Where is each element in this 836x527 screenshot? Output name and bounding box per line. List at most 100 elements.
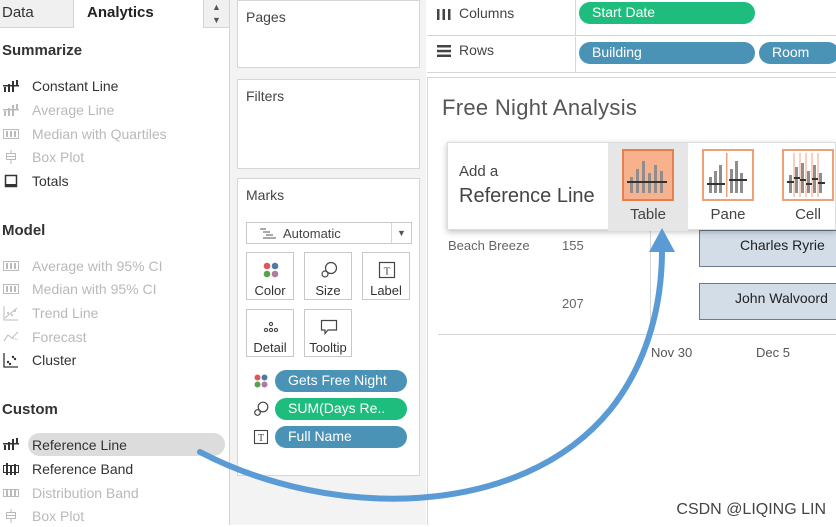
shelf-divider [575, 0, 576, 36]
axis-tick-label: Nov 30 [651, 345, 693, 360]
average-ci-icon [3, 261, 19, 271]
analytics-item-label: Cluster [32, 352, 77, 368]
average-line-icon [3, 104, 19, 116]
analytics-item-label: Totals [32, 173, 69, 189]
marks-pill-size[interactable]: SUM(Days Re.. [275, 398, 407, 420]
axis-line [438, 334, 836, 335]
columns-shelf-label: Columns [459, 5, 515, 21]
section-summarize-title: Summarize [2, 42, 83, 59]
tab-scroll-arrows[interactable]: ▲ ▼ [203, 0, 229, 28]
size-icon [321, 261, 338, 278]
median-quartiles-icon [3, 129, 19, 139]
scope-option-pane[interactable]: Pane [688, 143, 768, 231]
analytics-item-label: Median with Quartiles [32, 126, 167, 142]
analytics-item-reference-band[interactable]: Reference Band [0, 458, 228, 480]
add-reference-line-popup: Add a Reference Line Table Pane Cell [447, 142, 836, 231]
analytics-item-reference-line[interactable]: Reference Line [0, 433, 228, 456]
rows-pill-building[interactable]: Building [579, 42, 755, 64]
row-header-room: 207 [562, 296, 584, 311]
scope-option-cell[interactable]: Cell [768, 143, 836, 231]
automatic-mark-icon [260, 228, 276, 239]
reference-line-icon [3, 438, 19, 450]
analytics-item-label: Median with 95% CI [32, 281, 157, 297]
marks-label-label: Label [370, 283, 402, 298]
columns-shelf[interactable]: Columns Start Date [427, 0, 836, 36]
scope-option-label: Table [630, 206, 666, 223]
analytics-pane: Data Analytics ▲ ▼ Summarize Constant Lin… [0, 0, 230, 525]
analytics-item-label: Box Plot [32, 508, 85, 524]
marks-label-button[interactable]: T Label [362, 252, 410, 300]
box-plot-icon [6, 150, 16, 164]
scope-option-label: Pane [710, 206, 746, 223]
analytics-item-label: Average Line [32, 102, 115, 118]
gantt-bar[interactable]: John Walvoord [699, 283, 836, 320]
analytics-item-label: Forecast [32, 329, 87, 345]
marks-tooltip-label: Tooltip [309, 340, 347, 355]
analytics-item-box-plot[interactable]: Box Plot [0, 146, 228, 168]
columns-icon [437, 9, 451, 20]
tab-data[interactable]: Data [0, 0, 74, 28]
marks-detail-label: Detail [253, 340, 287, 355]
row-header-building: Beach Breeze [448, 238, 530, 253]
box-plot-icon [6, 509, 16, 523]
scope-option-table[interactable]: Table [608, 143, 688, 231]
pages-card-title: Pages [246, 9, 286, 25]
analytics-item-median-quartiles[interactable]: Median with Quartiles [0, 123, 228, 145]
color-palette-icon [263, 262, 279, 278]
rows-shelf-label: Rows [459, 42, 495, 58]
detail-dots-icon [263, 321, 279, 333]
rows-pill-room[interactable]: Room [759, 42, 836, 64]
mark-type-dropdown[interactable]: Automatic ▼ [246, 222, 412, 244]
marks-size-label: Size [315, 283, 341, 298]
analytics-item-distribution-band[interactable]: Distribution Band [0, 482, 228, 504]
section-model-title: Model [2, 222, 46, 239]
analytics-item-label: Distribution Band [32, 485, 139, 501]
distribution-band-icon [3, 489, 19, 497]
analytics-item-trend-line[interactable]: Trend Line [0, 302, 228, 324]
marks-pill-color[interactable]: Gets Free Night [275, 370, 407, 392]
analytics-item-totals[interactable]: Totals [0, 170, 228, 192]
tab-analytics[interactable]: Analytics [74, 0, 203, 28]
marks-size-button[interactable]: Size [304, 252, 352, 300]
cluster-icon [3, 353, 18, 368]
gantt-bar[interactable]: Charles Ryrie [699, 230, 836, 267]
analytics-item-constant-line[interactable]: Constant Line [0, 75, 228, 97]
marks-detail-button[interactable]: Detail [246, 309, 294, 357]
analytics-item-median-ci[interactable]: Median with 95% CI [0, 278, 228, 300]
rows-icon [437, 45, 451, 57]
rows-shelf[interactable]: Rows Building Room [427, 37, 836, 73]
color-palette-icon [254, 374, 268, 388]
viz-title: Free Night Analysis [442, 95, 638, 120]
shelf-area: Columns Start Date Rows Building Room [427, 0, 836, 76]
row-header-room: 155 [562, 238, 584, 253]
svg-text:T: T [384, 266, 391, 278]
analytics-item-average-line[interactable]: Average Line [0, 99, 228, 121]
analytics-item-forecast[interactable]: Forecast [0, 326, 228, 348]
table-scope-icon [622, 149, 674, 201]
constant-line-icon [3, 80, 19, 92]
median-ci-icon [3, 284, 19, 294]
tooltip-bubble-icon [320, 319, 338, 336]
analytics-item-cluster[interactable]: Cluster [0, 349, 228, 371]
pane-tabs: Data Analytics ▲ ▼ [0, 0, 229, 28]
marks-card-title: Marks [246, 187, 285, 203]
scope-option-label: Cell [795, 206, 821, 223]
filters-card[interactable]: Filters [237, 79, 420, 169]
analytics-item-label: Constant Line [32, 78, 119, 94]
marks-tooltip-button[interactable]: Tooltip [304, 309, 352, 357]
analytics-item-label: Average with 95% CI [32, 258, 163, 274]
pane-scope-icon [702, 149, 754, 201]
analytics-item-average-ci[interactable]: Average with 95% CI [0, 255, 228, 277]
marks-pill-label[interactable]: Full Name [275, 426, 407, 448]
pages-card[interactable]: Pages [237, 0, 420, 68]
analytics-item-box-plot-custom[interactable]: Box Plot [0, 505, 228, 527]
columns-pill-start-date[interactable]: Start Date [579, 2, 755, 24]
forecast-icon [3, 331, 19, 342]
pane-divider [650, 223, 651, 341]
marks-card: Marks Automatic ▼ Color Size T Label Det… [237, 178, 420, 476]
svg-text:T: T [258, 433, 264, 444]
popup-heading-small: Add a [459, 163, 499, 180]
filters-card-title: Filters [246, 88, 285, 104]
marks-color-button[interactable]: Color [246, 252, 294, 300]
watermark-text: CSDN @LIQING LIN [676, 501, 826, 518]
